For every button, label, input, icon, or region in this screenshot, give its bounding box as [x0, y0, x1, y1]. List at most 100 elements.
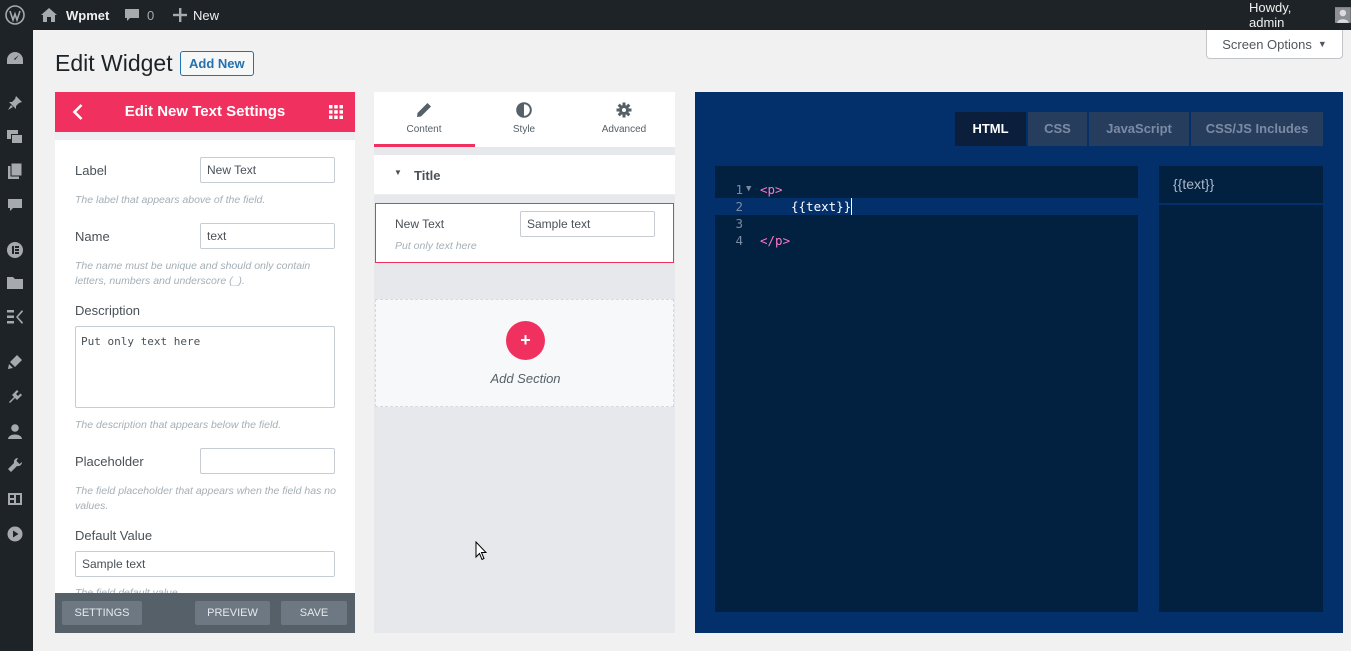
admin-bar: Wpmet 0 New Howdy, admin [0, 0, 1351, 30]
output-preview-text: {{text}} [1173, 176, 1215, 192]
default-value-field-label: Default Value [75, 528, 153, 543]
section-toggle-title[interactable]: ▼ Title [374, 155, 675, 195]
panel-tabs: Content Style Advanced [374, 92, 675, 147]
settings-panel-body: Label New Text The label that appears ab… [55, 132, 355, 599]
add-section-button[interactable]: + [506, 321, 545, 360]
settings-panel-header: Edit New Text Settings [55, 92, 355, 132]
screen-options-button[interactable]: Screen Options ▼ [1206, 30, 1343, 59]
wordpress-logo-icon[interactable] [5, 0, 25, 30]
line-number: 2 [735, 199, 743, 214]
controls-preview-panel: Content Style Advanced ▼ Title New Text … [374, 92, 675, 633]
tab-style[interactable]: Style [474, 92, 574, 147]
pages-icon[interactable] [5, 161, 25, 181]
caret-down-icon: ▼ [1317, 39, 1327, 49]
placeholder-input[interactable] [200, 448, 335, 474]
name-hint: The name must be unique and should only … [75, 260, 311, 287]
add-section-label: Add Section [490, 371, 561, 386]
tab-content[interactable]: Content [374, 92, 474, 147]
add-new-button[interactable]: Add New [180, 51, 254, 76]
admin-side-menu [0, 30, 33, 651]
html-code-editor[interactable]: 1 ▼ <p> 2 {{text}} 3 4 </p> [715, 166, 1138, 612]
greeting: Howdy, admin [1249, 0, 1292, 30]
active-tab-indicator [374, 144, 475, 147]
elementskit-icon[interactable] [5, 307, 25, 327]
label-hint: The label that appears above of the fiel… [75, 194, 266, 206]
add-section-area: + Add Section [375, 299, 674, 407]
settings-panel-title: Edit New Text Settings [124, 103, 286, 120]
name-field-label: Name [75, 229, 110, 244]
tab-style-label: Style [512, 124, 536, 135]
plugins-icon[interactable] [5, 387, 25, 407]
code-text: </p> [760, 233, 791, 248]
settings-button[interactable]: SETTINGS [62, 601, 142, 625]
play-icon[interactable] [5, 524, 25, 544]
chevron-left-icon[interactable] [69, 102, 89, 122]
caret-down-icon: ▼ [394, 168, 402, 177]
code-line-active: 2 {{text}} [715, 198, 1138, 215]
grid-menu-icon[interactable] [329, 105, 343, 119]
default-value-input[interactable]: Sample text [75, 551, 335, 577]
plus-icon [173, 8, 187, 22]
avatar [1335, 7, 1351, 23]
line-number: 4 [735, 233, 743, 248]
dashboard-icon[interactable] [5, 48, 25, 68]
pin-icon[interactable] [5, 93, 25, 113]
site-name: Wpmet [66, 7, 110, 23]
my-account-link[interactable]: Howdy, admin [1249, 0, 1351, 30]
output-preview: {{text}} [1159, 166, 1323, 612]
pencil-icon [417, 103, 431, 117]
site-name-link[interactable]: Wpmet [40, 0, 109, 30]
comments-count: 0 [147, 7, 155, 23]
users-icon[interactable] [5, 421, 25, 441]
description-field-label: Description [75, 303, 141, 318]
half-circle-icon [516, 102, 532, 118]
code-editor-panel: HTML CSS JavaScript CSS/JS Includes 1 ▼ … [695, 92, 1343, 633]
code-text: {{text}} [791, 198, 853, 215]
description-textarea[interactable]: Put only text here [75, 326, 335, 408]
code-text: <p> [760, 182, 783, 197]
tab-content-label: Content [406, 124, 442, 135]
home-icon [41, 8, 57, 22]
comment-icon [125, 9, 139, 21]
section-title: Title [414, 168, 441, 183]
code-line: 1 ▼ <p> [715, 181, 1138, 198]
new-label: New [193, 7, 220, 23]
comments-icon[interactable] [5, 195, 25, 215]
code-line: 4 </p> [715, 232, 1138, 249]
line-number: 1 [735, 182, 743, 197]
settings-icon[interactable] [5, 489, 25, 509]
control-description: Put only text here [395, 240, 477, 252]
save-button[interactable]: SAVE [281, 601, 347, 625]
name-input[interactable]: text [200, 223, 335, 249]
tab-css-js-includes[interactable]: CSS/JS Includes [1191, 112, 1323, 146]
fold-arrow-icon[interactable]: ▼ [746, 181, 751, 198]
control-input[interactable]: Sample text [520, 211, 655, 237]
placeholder-hint: The field placeholder that appears when … [75, 485, 336, 512]
new-content-link[interactable]: New [173, 0, 219, 30]
preview-button[interactable]: PREVIEW [195, 601, 270, 625]
line-number: 3 [735, 216, 743, 231]
appearance-icon[interactable] [5, 352, 25, 372]
media-icon[interactable] [5, 127, 25, 147]
placeholder-field-label: Placeholder [75, 454, 144, 469]
tools-icon[interactable] [5, 455, 25, 475]
screen-options-label: Screen Options [1222, 36, 1312, 52]
label-input[interactable]: New Text [200, 157, 335, 183]
tab-css[interactable]: CSS [1028, 112, 1087, 146]
mouse-cursor-icon [475, 541, 487, 561]
page-title: Edit Widget [55, 50, 173, 76]
plus-icon: + [520, 330, 531, 350]
tab-advanced-label: Advanced [601, 124, 647, 135]
text-control-preview[interactable]: New Text Sample text Put only text here [375, 203, 674, 263]
code-line: 3 [715, 215, 1138, 232]
settings-panel-footer: SETTINGS PREVIEW SAVE [55, 593, 355, 633]
tab-html[interactable]: HTML [955, 112, 1026, 146]
divider [1159, 203, 1323, 205]
tab-advanced[interactable]: Advanced [574, 92, 674, 147]
gear-icon [616, 102, 632, 118]
elementor-icon[interactable] [5, 240, 25, 260]
folder-icon[interactable] [5, 273, 25, 293]
comments-link[interactable]: 0 [124, 0, 154, 30]
tab-javascript[interactable]: JavaScript [1089, 112, 1189, 146]
field-settings-panel: Edit New Text Settings Label New Text Th… [55, 92, 355, 633]
